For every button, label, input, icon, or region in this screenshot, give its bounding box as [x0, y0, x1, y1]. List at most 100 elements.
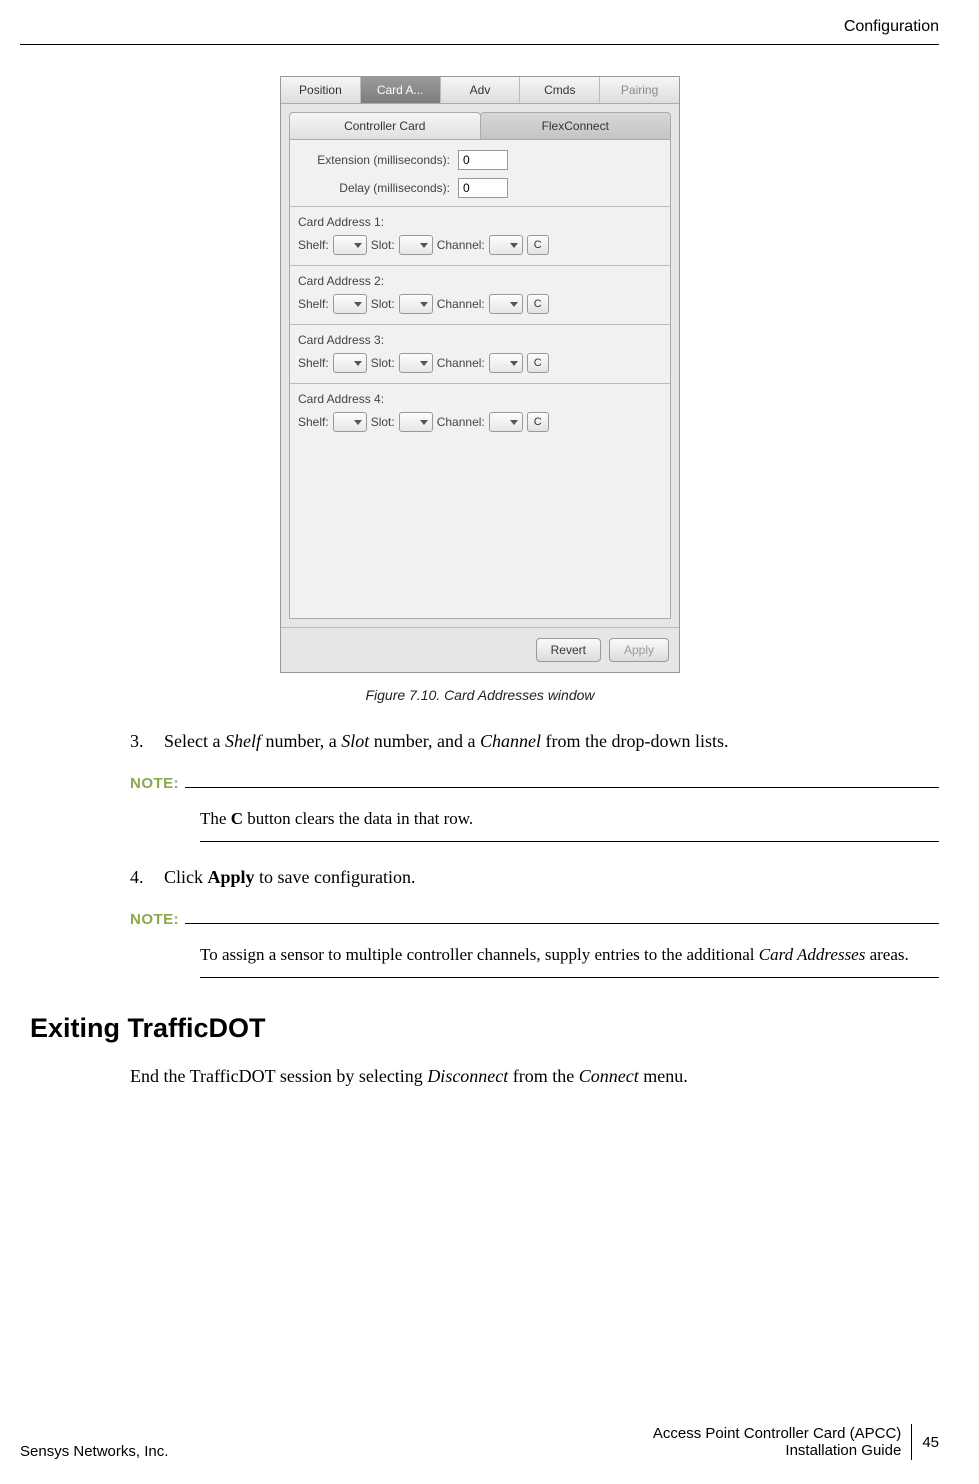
panel-divider — [290, 206, 670, 207]
tab-adv[interactable]: Adv — [441, 77, 521, 103]
chevron-down-icon — [420, 243, 428, 248]
footer-doc-title: Access Point Controller Card (APCC) — [653, 1425, 901, 1442]
slot-label-4: Slot: — [371, 415, 395, 429]
note-label: NOTE: — [130, 773, 179, 796]
delay-label: Delay (milliseconds): — [298, 181, 458, 195]
clear-button-3[interactable]: C — [527, 353, 549, 373]
text: number, a — [261, 731, 341, 751]
note-1-body: The C button clears the data in that row… — [200, 806, 939, 832]
text: To assign a sensor to multiple controlle… — [200, 945, 759, 964]
subtab-flexconnect[interactable]: FlexConnect — [480, 112, 672, 140]
chevron-down-icon — [420, 361, 428, 366]
subtab-controller-card[interactable]: Controller Card — [289, 112, 481, 140]
text: menu. — [639, 1066, 688, 1086]
connect-term: Connect — [579, 1066, 639, 1086]
shelf-label-3: Shelf: — [298, 356, 329, 370]
shelf-dropdown-4[interactable] — [333, 412, 367, 432]
chevron-down-icon — [420, 302, 428, 307]
step-4: 4. Click Apply to save configuration. — [130, 864, 939, 891]
channel-dropdown-1[interactable] — [489, 235, 523, 255]
tab-pairing[interactable]: Pairing — [600, 77, 679, 103]
card-address-3-title: Card Address 3: — [298, 333, 662, 347]
footer-company: Sensys Networks, Inc. — [20, 1443, 168, 1460]
slot-dropdown-4[interactable] — [399, 412, 433, 432]
figure-area: Position Card A... Adv Cmds Pairing Cont… — [280, 76, 680, 703]
extension-label: Extension (milliseconds): — [298, 153, 458, 167]
note-rule — [185, 787, 939, 788]
extension-input[interactable] — [458, 150, 508, 170]
step-4-text: Click Apply to save configuration. — [164, 864, 939, 891]
shelf-label-2: Shelf: — [298, 297, 329, 311]
note-rule — [185, 923, 939, 924]
card-address-2-title: Card Address 2: — [298, 274, 662, 288]
note-1: NOTE: The C button clears the data in th… — [130, 773, 939, 842]
chevron-down-icon — [420, 420, 428, 425]
disconnect-term: Disconnect — [427, 1066, 508, 1086]
tab-position[interactable]: Position — [281, 77, 361, 103]
slot-label-2: Slot: — [371, 297, 395, 311]
step-3: 3. Select a Shelf number, a Slot number,… — [130, 728, 939, 755]
card-addresses-term: Card Addresses — [759, 945, 866, 964]
page-number: 45 — [922, 1434, 939, 1451]
chevron-down-icon — [354, 361, 362, 366]
card-address-4-row: Shelf: Slot: Channel: C — [298, 412, 662, 432]
chevron-down-icon — [354, 243, 362, 248]
slot-label-3: Slot: — [371, 356, 395, 370]
header-rule — [20, 44, 939, 45]
apply-button[interactable]: Apply — [609, 638, 669, 662]
panel-divider — [290, 324, 670, 325]
clear-button-4[interactable]: C — [527, 412, 549, 432]
card-address-1-row: Shelf: Slot: Channel: C — [298, 235, 662, 255]
card-addresses-window: Position Card A... Adv Cmds Pairing Cont… — [280, 76, 680, 673]
exiting-trafficdot-body: End the TrafficDOT session by selecting … — [130, 1063, 939, 1090]
clear-button-2[interactable]: C — [527, 294, 549, 314]
revert-button[interactable]: Revert — [536, 638, 601, 662]
channel-dropdown-3[interactable] — [489, 353, 523, 373]
slot-dropdown-1[interactable] — [399, 235, 433, 255]
text: to save configuration. — [255, 867, 416, 887]
step-3-text: Select a Shelf number, a Slot number, an… — [164, 728, 939, 755]
flexconnect-panel: Extension (milliseconds): Delay (millise… — [289, 140, 671, 619]
note-label: NOTE: — [130, 909, 179, 932]
page-footer: Sensys Networks, Inc. Access Point Contr… — [20, 1424, 939, 1460]
channel-dropdown-4[interactable] — [489, 412, 523, 432]
apply-ref: Apply — [208, 867, 255, 887]
channel-dropdown-2[interactable] — [489, 294, 523, 314]
c-button-ref: C — [231, 809, 243, 828]
body-content: 3. Select a Shelf number, a Slot number,… — [130, 728, 939, 1090]
card-address-2-row: Shelf: Slot: Channel: C — [298, 294, 662, 314]
shelf-label-4: Shelf: — [298, 415, 329, 429]
tab-card-a[interactable]: Card A... — [361, 77, 441, 103]
step-4-number: 4. — [130, 864, 164, 891]
text: areas. — [865, 945, 908, 964]
tab-cmds[interactable]: Cmds — [520, 77, 600, 103]
note-end-rule — [200, 841, 939, 842]
channel-label-4: Channel: — [437, 415, 485, 429]
footer-separator — [911, 1424, 912, 1460]
note-end-rule — [200, 977, 939, 978]
card-address-4-title: Card Address 4: — [298, 392, 662, 406]
channel-label-3: Channel: — [437, 356, 485, 370]
channel-label-1: Channel: — [437, 238, 485, 252]
exiting-trafficdot-heading: Exiting TrafficDOT — [30, 1008, 939, 1049]
shelf-dropdown-1[interactable] — [333, 235, 367, 255]
text: Click — [164, 867, 208, 887]
slot-dropdown-3[interactable] — [399, 353, 433, 373]
text: Select a — [164, 731, 225, 751]
shelf-dropdown-2[interactable] — [333, 294, 367, 314]
slot-label-1: Slot: — [371, 238, 395, 252]
text: The — [200, 809, 231, 828]
shelf-dropdown-3[interactable] — [333, 353, 367, 373]
channel-term: Channel — [480, 731, 541, 751]
card-address-3-row: Shelf: Slot: Channel: C — [298, 353, 662, 373]
text: End the TrafficDOT session by selecting — [130, 1066, 427, 1086]
text: button clears the data in that row. — [243, 809, 473, 828]
slot-dropdown-2[interactable] — [399, 294, 433, 314]
text: from the drop-down lists. — [541, 731, 728, 751]
clear-button-1[interactable]: C — [527, 235, 549, 255]
delay-input[interactable] — [458, 178, 508, 198]
panel-divider — [290, 265, 670, 266]
channel-label-2: Channel: — [437, 297, 485, 311]
chevron-down-icon — [354, 420, 362, 425]
header-section-label: Configuration — [844, 18, 939, 36]
